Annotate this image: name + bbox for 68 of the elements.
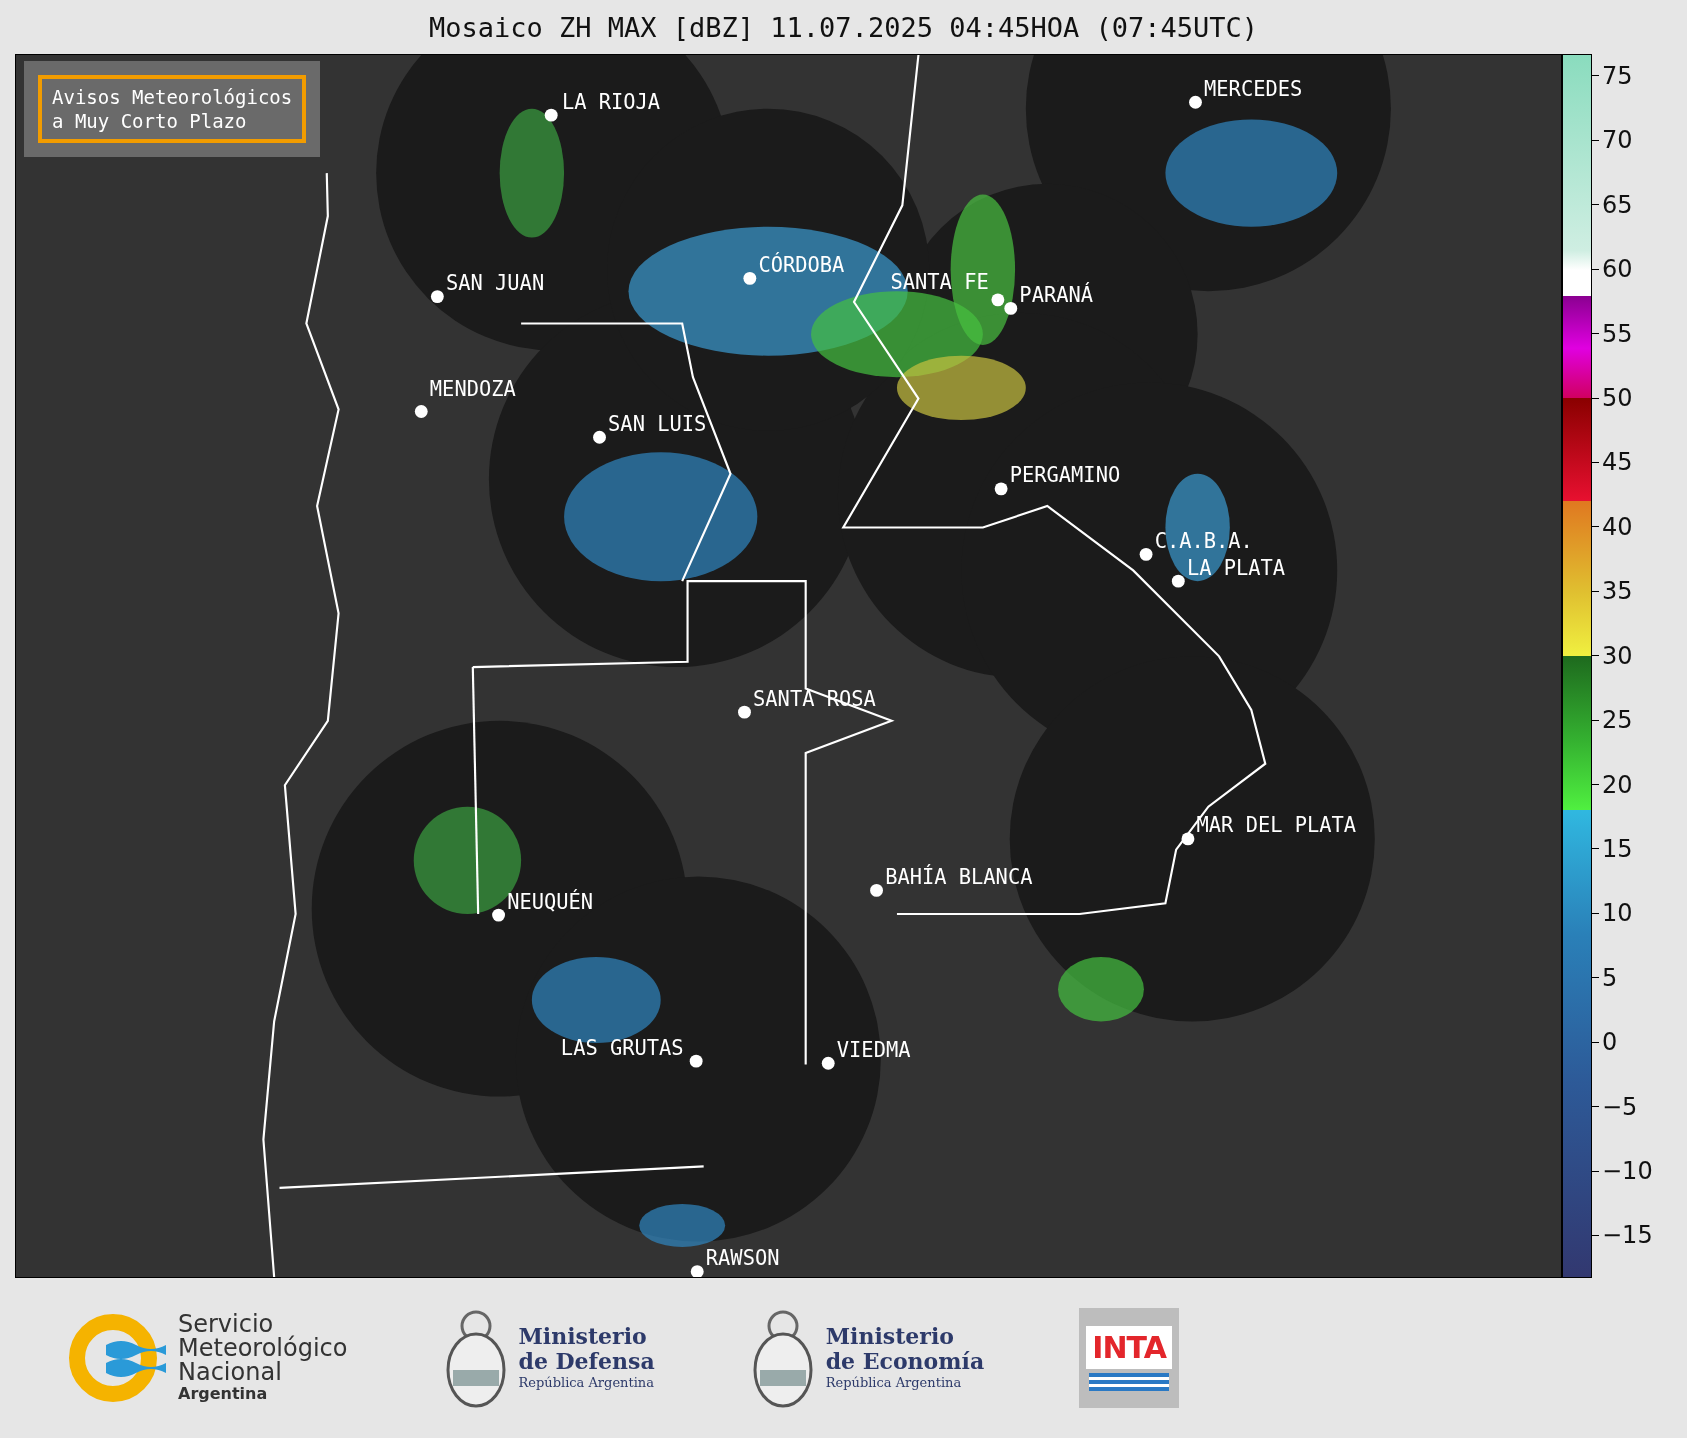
scale-tick-label: 20: [1602, 770, 1633, 799]
city-marker: [414, 405, 428, 418]
scale-tick-label: 15: [1602, 834, 1633, 863]
scale-tick-label: 40: [1602, 512, 1633, 541]
agency-name: Nacional: [178, 1360, 282, 1384]
city-label: BAHÍA BLANCA: [885, 865, 1033, 889]
scale-tick-label: 35: [1602, 577, 1633, 606]
scale-tick-label: 50: [1602, 384, 1633, 412]
ministry-country: República Argentina: [825, 1374, 963, 1392]
city-marker: [743, 271, 757, 285]
city-marker: [1139, 547, 1153, 561]
scale-tick-label: −10: [1602, 1157, 1653, 1186]
city-label: CÓRDOBA: [758, 252, 845, 277]
city-marker: [593, 430, 606, 444]
ministry-name: de Defensa: [518, 1349, 655, 1374]
city-label: RAWSON: [705, 1246, 780, 1271]
city-marker: [994, 482, 1008, 496]
ministry-name: de Economía: [825, 1349, 985, 1374]
city-label: LA PLATA: [1186, 555, 1286, 580]
city-marker: [544, 108, 558, 122]
scale-tick-label: 0: [1602, 1028, 1618, 1057]
city-label: MAR DEL PLATA: [1196, 813, 1357, 838]
city-marker: [1181, 832, 1195, 846]
agency-country: Argentina: [178, 1384, 269, 1404]
city-marker: [738, 705, 751, 719]
city-label: NEUQUÉN: [507, 889, 594, 914]
city-marker: [689, 1054, 703, 1068]
scale-tick-label: 25: [1602, 706, 1633, 735]
city-marker: [492, 908, 505, 922]
city-marker: [1171, 574, 1185, 588]
city-label: SANTA ROSA: [753, 686, 876, 711]
city-marker: [1004, 302, 1018, 315]
city-label: PERGAMINO: [1009, 463, 1121, 488]
scale-tick-label: 45: [1602, 448, 1633, 477]
agency-name: Servicio: [178, 1312, 274, 1336]
weather-service-logo-icon: [68, 1313, 168, 1403]
city-marker: [991, 293, 1005, 307]
alert-link[interactable]: Avisos Meteorológicos a Muy Corto Plazo: [38, 75, 307, 143]
scale-tick-label: 75: [1602, 61, 1633, 90]
scale-tick-label: 65: [1602, 190, 1633, 219]
scale-tick-label: 10: [1602, 899, 1633, 928]
city-marker: [690, 1265, 704, 1277]
city-marker: [821, 1056, 835, 1070]
city-label: LA RIOJA: [561, 89, 661, 114]
scale-tick-label: 70: [1602, 126, 1633, 155]
city-label: SAN LUIS: [608, 411, 707, 436]
agency-name: Meteorológico: [178, 1336, 348, 1360]
city-marker: [430, 290, 444, 304]
city-label: PARANÁ: [1019, 283, 1094, 307]
city-marker: [870, 884, 883, 897]
city-marker: [1189, 95, 1202, 109]
scale-tick-label: 30: [1602, 641, 1633, 670]
scale-tick-label: 5: [1602, 963, 1618, 992]
ministry-name: Ministerio: [518, 1324, 648, 1349]
institute-acronym: INTA: [1086, 1325, 1172, 1369]
city-label: MENDOZA: [429, 377, 516, 402]
stripes-icon: [1089, 1372, 1170, 1391]
scale-tick-label: 60: [1602, 255, 1633, 284]
city-label: SAN JUAN: [445, 271, 545, 296]
scale-tick-label: −15: [1602, 1221, 1653, 1250]
city-label: LAS GRUTAS: [560, 1035, 684, 1060]
city-label: VIEDMA: [836, 1037, 911, 1062]
scale-tick-label: 55: [1602, 319, 1633, 348]
city-label: MERCEDES: [1204, 76, 1303, 101]
chart-title: Mosaico ZH MAX [dBZ] 11.07.2025 04:45HOA (07:45UTC): [428, 11, 1259, 45]
scale-tick-label: −5: [1602, 1092, 1638, 1121]
ministry-name: Ministerio: [825, 1324, 955, 1349]
ministry-country: República Argentina: [518, 1374, 655, 1392]
